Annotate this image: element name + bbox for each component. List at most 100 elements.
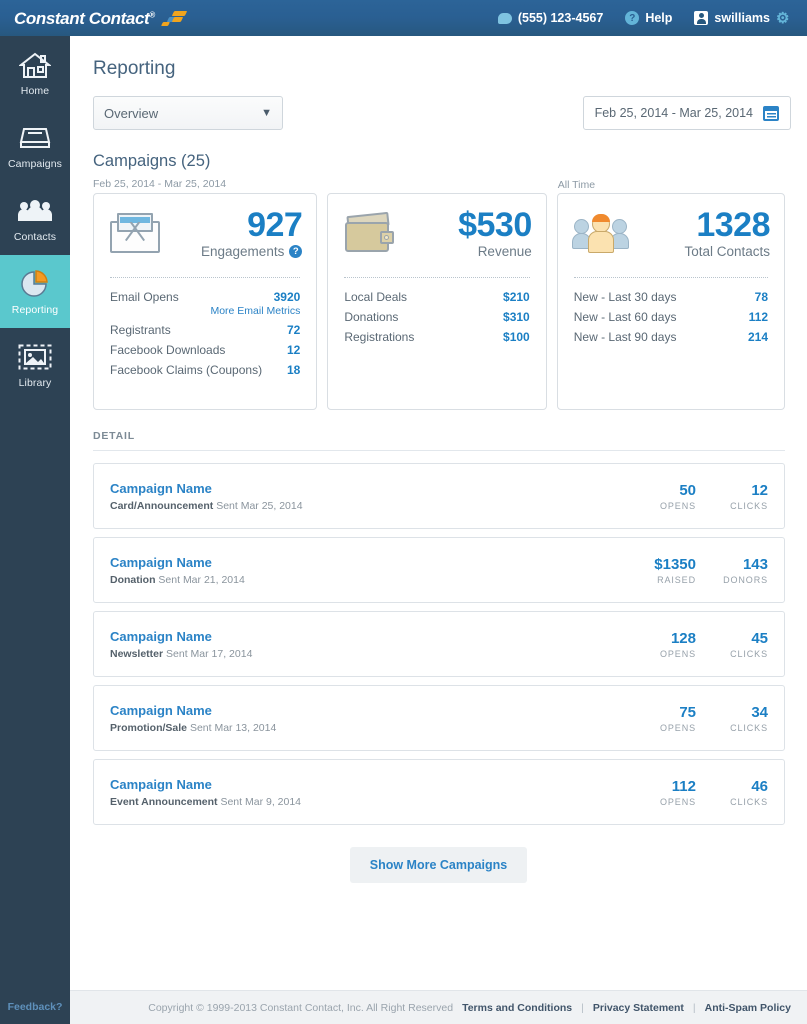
- table-row[interactable]: Campaign Name Newsletter Sent Mar 17, 20…: [93, 611, 785, 677]
- sidebar-item-label: Reporting: [12, 304, 58, 316]
- show-more-wrapper: Show More Campaigns: [70, 847, 807, 883]
- metric-row: New - Last 90 days 214: [572, 324, 770, 344]
- stat-value: 50: [624, 482, 696, 499]
- table-row[interactable]: Campaign Name Event Announcement Sent Ma…: [93, 759, 785, 825]
- sidebar-item-contacts[interactable]: Contacts: [0, 182, 70, 255]
- metric-row: Local Deals $210: [342, 284, 531, 304]
- campaign-sent-date: Sent Mar 21, 2014: [158, 574, 244, 586]
- stat-label: CLICKS: [696, 723, 768, 733]
- pie-chart-icon: [19, 267, 51, 301]
- campaign-stat-secondary: 34 CLICKS: [696, 704, 768, 733]
- sidebar-navigation: Home Campaigns: [0, 36, 70, 1024]
- stat-label: OPENS: [624, 797, 696, 807]
- campaign-type: Event Announcement: [110, 796, 218, 808]
- home-icon: [19, 48, 51, 82]
- registered-mark: ®: [149, 10, 155, 19]
- privacy-statement-link[interactable]: Privacy Statement: [593, 1002, 684, 1014]
- footer-separator: |: [693, 1002, 696, 1014]
- more-email-metrics-link[interactable]: More Email Metrics: [108, 304, 302, 317]
- feedback-link[interactable]: Feedback?: [0, 990, 70, 1024]
- date-range-picker[interactable]: Feb 25, 2014 - Mar 25, 2014: [583, 96, 791, 130]
- metric-label: Donations: [344, 310, 398, 324]
- user-icon: [694, 11, 708, 25]
- contacts-rows: New - Last 30 days 78 New - Last 60 days…: [572, 284, 770, 344]
- logo-swoosh-icon: [158, 11, 188, 27]
- terms-and-conditions-link[interactable]: Terms and Conditions: [462, 1002, 572, 1014]
- brand-logo[interactable]: Constant Contact®: [0, 10, 188, 27]
- campaign-list: Campaign Name Card/Announcement Sent Mar…: [70, 451, 807, 825]
- table-row[interactable]: Campaign Name Donation Sent Mar 21, 2014…: [93, 537, 785, 603]
- engagements-rows: Email Opens 3920 More Email Metrics Regi…: [108, 284, 302, 377]
- campaign-name-link[interactable]: Campaign Name: [110, 481, 303, 496]
- campaigns-section-range: Feb 25, 2014 - Mar 25, 2014: [93, 178, 807, 190]
- card-engagements-column: 927 Engagements ? Email Opens 3920: [93, 193, 317, 410]
- metric-value: $100: [503, 330, 530, 344]
- campaign-stat-primary: $1350 RAISED: [624, 556, 696, 585]
- metric-label: Facebook Claims (Coupons): [110, 363, 262, 377]
- card-contacts-column: All Time 1328 T: [557, 193, 785, 410]
- campaign-name-link[interactable]: Campaign Name: [110, 555, 245, 570]
- campaign-stat-primary: 75 OPENS: [624, 704, 696, 733]
- metric-row: Facebook Claims (Coupons) 18: [108, 357, 302, 377]
- support-phone-label: (555) 123-4567: [518, 11, 603, 25]
- stat-value: 128: [624, 630, 696, 647]
- help-tooltip-icon[interactable]: ?: [289, 245, 302, 258]
- card-revenue-column: $530 Revenue Local Deals $210: [327, 193, 546, 410]
- top-navigation-bar: Constant Contact® (555) 123-4567 ? Help …: [0, 0, 807, 36]
- people-icon: [17, 194, 53, 228]
- campaign-sent-date: Sent Mar 25, 2014: [216, 500, 302, 512]
- report-type-value: Overview: [104, 106, 158, 121]
- sidebar-item-home[interactable]: Home: [0, 36, 70, 109]
- total-contacts-value: 1328: [684, 207, 770, 243]
- metric-label: New - Last 60 days: [574, 310, 677, 324]
- summary-cards: 927 Engagements ? Email Opens 3920: [70, 193, 807, 410]
- metric-label: Facebook Downloads: [110, 343, 225, 357]
- report-type-select[interactable]: Overview ▼: [93, 96, 283, 130]
- report-controls: Overview ▼ Feb 25, 2014 - Mar 25, 2014: [70, 80, 807, 130]
- stat-label: OPENS: [624, 723, 696, 733]
- campaign-stat-secondary: 46 CLICKS: [696, 778, 768, 807]
- metric-row: Facebook Downloads 12: [108, 337, 302, 357]
- brand-name-text: Constant Contact: [14, 9, 149, 28]
- main-content: Reporting Overview ▼ Feb 25, 2014 - Mar …: [70, 36, 807, 990]
- metric-label: New - Last 30 days: [574, 290, 677, 304]
- stat-label: RAISED: [624, 575, 696, 585]
- show-more-campaigns-button[interactable]: Show More Campaigns: [350, 847, 528, 883]
- user-menu[interactable]: swilliams ⚙: [694, 11, 791, 26]
- page-footer: Copyright © 1999-2013 Constant Contact, …: [70, 990, 807, 1024]
- stat-label: CLICKS: [696, 649, 768, 659]
- metric-value: 72: [287, 323, 300, 337]
- username-label: swilliams: [714, 11, 770, 25]
- sidebar-item-reporting[interactable]: Reporting: [0, 255, 70, 328]
- anti-spam-policy-link[interactable]: Anti-Spam Policy: [705, 1002, 791, 1014]
- table-row[interactable]: Campaign Name Promotion/Sale Sent Mar 13…: [93, 685, 785, 751]
- metric-value: 18: [287, 363, 300, 377]
- sidebar-item-label: Campaigns: [8, 158, 62, 170]
- copyright-text: Copyright © 1999-2013 Constant Contact, …: [148, 1002, 453, 1014]
- campaign-sent-date: Sent Mar 17, 2014: [166, 648, 252, 660]
- date-range-value: Feb 25, 2014 - Mar 25, 2014: [595, 106, 753, 120]
- table-row[interactable]: Campaign Name Card/Announcement Sent Mar…: [93, 463, 785, 529]
- stat-label: OPENS: [624, 501, 696, 511]
- campaign-name-link[interactable]: Campaign Name: [110, 629, 252, 644]
- campaign-name-link[interactable]: Campaign Name: [110, 703, 276, 718]
- metric-value: 12: [287, 343, 300, 357]
- campaign-stat-secondary: 45 CLICKS: [696, 630, 768, 659]
- metric-row: Donations $310: [342, 304, 531, 324]
- sidebar-item-library[interactable]: Library: [0, 328, 70, 401]
- campaign-name-link[interactable]: Campaign Name: [110, 777, 301, 792]
- card-revenue: $530 Revenue Local Deals $210: [327, 193, 546, 410]
- gear-icon[interactable]: ⚙: [776, 11, 791, 26]
- metric-label: Registrations: [344, 330, 414, 344]
- metric-label: Registrants: [110, 323, 171, 337]
- campaign-stat-primary: 128 OPENS: [624, 630, 696, 659]
- metric-row: New - Last 60 days 112: [572, 304, 770, 324]
- footer-separator: |: [581, 1002, 584, 1014]
- support-phone[interactable]: (555) 123-4567: [498, 11, 603, 25]
- sidebar-item-campaigns[interactable]: Campaigns: [0, 109, 70, 182]
- stat-value: 34: [696, 704, 768, 721]
- media-library-icon: [18, 340, 52, 374]
- help-link[interactable]: ? Help: [625, 11, 672, 25]
- metric-value: $310: [503, 310, 530, 324]
- sidebar-item-label: Contacts: [14, 231, 56, 243]
